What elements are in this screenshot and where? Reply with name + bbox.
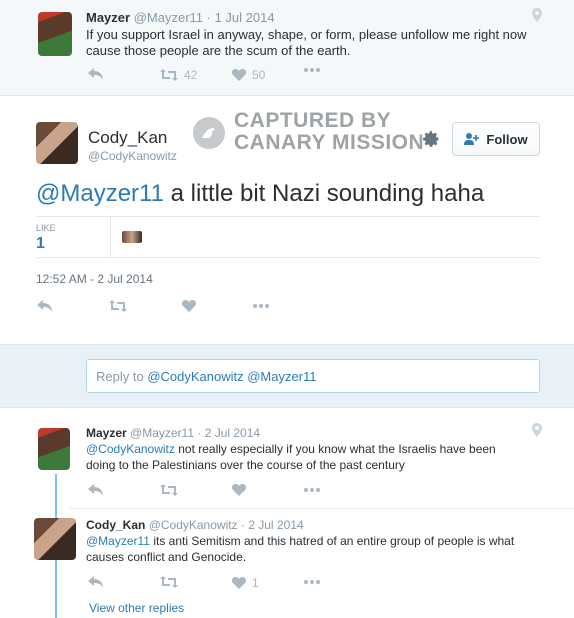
tweet-text-line: its anti Semitism and this hatred of an … bbox=[149, 534, 515, 548]
tweet-text: If you support Israel in anyway, shape, … bbox=[86, 27, 527, 59]
canary-logo-icon bbox=[193, 117, 225, 149]
reply-button[interactable] bbox=[88, 576, 104, 588]
divider bbox=[70, 508, 574, 509]
like-count: 50 bbox=[252, 68, 266, 82]
author-handle[interactable]: @Mayzer11 bbox=[134, 10, 203, 25]
like-stat-label: LIKE bbox=[36, 223, 56, 233]
follow-button[interactable]: Follow bbox=[452, 122, 540, 156]
timestamp[interactable]: 12:52 AM - 2 Jul 2014 bbox=[36, 272, 153, 286]
mention-link[interactable]: @CodyKanowitz bbox=[86, 442, 175, 456]
reply-input[interactable]: Reply to @CodyKanowitz @Mayzer11 bbox=[86, 359, 540, 393]
like-button[interactable]: 50 bbox=[232, 68, 265, 82]
follow-person-icon bbox=[464, 133, 480, 145]
reply-prefix: Reply to bbox=[96, 369, 148, 384]
heart-icon bbox=[232, 69, 246, 81]
tweet-text-line: not really especially if you know what t… bbox=[174, 442, 496, 456]
author-handle[interactable]: @CodyKanowitz bbox=[88, 149, 177, 163]
reply-area: Reply to @CodyKanowitz @Mayzer11 bbox=[0, 344, 574, 408]
retweet-button[interactable] bbox=[109, 300, 127, 312]
retweet-button[interactable] bbox=[160, 576, 178, 588]
avatar[interactable] bbox=[38, 428, 70, 470]
retweet-button[interactable] bbox=[160, 484, 178, 496]
like-count: 1 bbox=[252, 576, 259, 590]
tweet-text: @CodyKanowitz not really especially if y… bbox=[86, 441, 496, 473]
reply-icon bbox=[88, 68, 103, 80]
tweet-text-line: cause those people are the scum of the e… bbox=[86, 43, 351, 58]
more-icon bbox=[304, 488, 320, 492]
reply-icon bbox=[88, 576, 103, 588]
watermark-line: CANARY MISSION bbox=[234, 131, 425, 154]
tweet-date[interactable]: · 2 Jul 2014 bbox=[241, 518, 304, 532]
retweet-icon bbox=[160, 484, 178, 496]
tweet-date[interactable]: · 2 Jul 2014 bbox=[197, 426, 260, 440]
divider bbox=[110, 217, 111, 257]
author-handle[interactable]: @Mayzer11 bbox=[130, 426, 194, 440]
location-pin-icon bbox=[532, 423, 542, 442]
more-icon bbox=[304, 580, 320, 584]
reply-mentions: @CodyKanowitz @Mayzer11 bbox=[147, 369, 317, 384]
reply-button[interactable] bbox=[88, 68, 104, 80]
like-button[interactable]: 1 bbox=[232, 576, 259, 590]
heart-icon bbox=[232, 577, 246, 589]
like-stat-count[interactable]: 1 bbox=[36, 235, 45, 253]
retweet-icon bbox=[160, 576, 178, 588]
tweet-text: @Mayzer11 its anti Semitism and this hat… bbox=[86, 533, 514, 565]
like-button[interactable] bbox=[182, 300, 196, 312]
replies-thread: Mayzer @Mayzer11 · 2 Jul 2014 @CodyKanow… bbox=[0, 420, 574, 618]
retweet-icon bbox=[109, 300, 127, 312]
more-button[interactable] bbox=[303, 67, 321, 73]
main-tweet-text: @Mayzer11 a little bit Nazi sounding hah… bbox=[36, 180, 484, 208]
stats-bar: LIKE 1 bbox=[36, 216, 540, 258]
avatar[interactable] bbox=[38, 12, 72, 56]
more-icon bbox=[304, 68, 320, 72]
mention-link[interactable]: @Mayzer11 bbox=[36, 180, 164, 207]
retweet-count: 42 bbox=[184, 68, 198, 82]
author-name[interactable]: Mayzer bbox=[86, 10, 130, 25]
mention-link[interactable]: @Mayzer11 bbox=[86, 534, 150, 548]
liker-avatar[interactable] bbox=[122, 231, 142, 243]
more-button[interactable] bbox=[303, 579, 321, 585]
avatar[interactable] bbox=[36, 122, 78, 164]
tweet-text-line: If you support Israel in anyway, shape, … bbox=[86, 27, 527, 42]
author-name[interactable]: Mayzer bbox=[86, 426, 127, 440]
heart-icon bbox=[182, 300, 196, 312]
more-button[interactable] bbox=[252, 303, 270, 309]
more-icon bbox=[253, 304, 269, 308]
reply-icon bbox=[88, 484, 103, 496]
reply-button[interactable] bbox=[88, 484, 104, 496]
author-name[interactable]: Cody_Kan bbox=[86, 518, 145, 532]
view-other-replies-link[interactable]: View other replies bbox=[89, 601, 184, 615]
top-tweet: Mayzer @Mayzer11 · 1 Jul 2014 If you sup… bbox=[0, 0, 574, 96]
tweet-header: Mayzer @Mayzer11 · 2 Jul 2014 bbox=[86, 426, 260, 440]
main-tweet-body: a little bit Nazi sounding haha bbox=[163, 180, 485, 207]
avatar[interactable] bbox=[34, 518, 76, 560]
heart-icon bbox=[232, 484, 246, 496]
retweet-button[interactable]: 42 bbox=[160, 68, 197, 82]
gear-icon[interactable] bbox=[422, 130, 440, 153]
author-name[interactable]: Cody_Kan bbox=[88, 128, 167, 148]
follow-label: Follow bbox=[486, 131, 528, 147]
more-button[interactable] bbox=[303, 487, 321, 493]
watermark-line: CAPTURED BY bbox=[234, 109, 392, 132]
tweet-text-line: causes conflict and Genocide. bbox=[86, 550, 247, 564]
reply-button[interactable] bbox=[37, 300, 53, 312]
retweet-icon bbox=[160, 69, 178, 81]
location-pin-icon bbox=[532, 8, 542, 27]
tweet-header: Mayzer @Mayzer11 · 1 Jul 2014 bbox=[86, 10, 275, 25]
tweet-date[interactable]: · 1 Jul 2014 bbox=[207, 10, 275, 25]
tweet-text-line: doing to the Palestinians over the cours… bbox=[86, 458, 405, 472]
tweet-header: Cody_Kan @CodyKanowitz · 2 Jul 2014 bbox=[86, 518, 304, 532]
reply-icon bbox=[37, 300, 52, 312]
like-button[interactable] bbox=[232, 484, 246, 496]
author-handle[interactable]: @CodyKanowitz bbox=[149, 518, 238, 532]
